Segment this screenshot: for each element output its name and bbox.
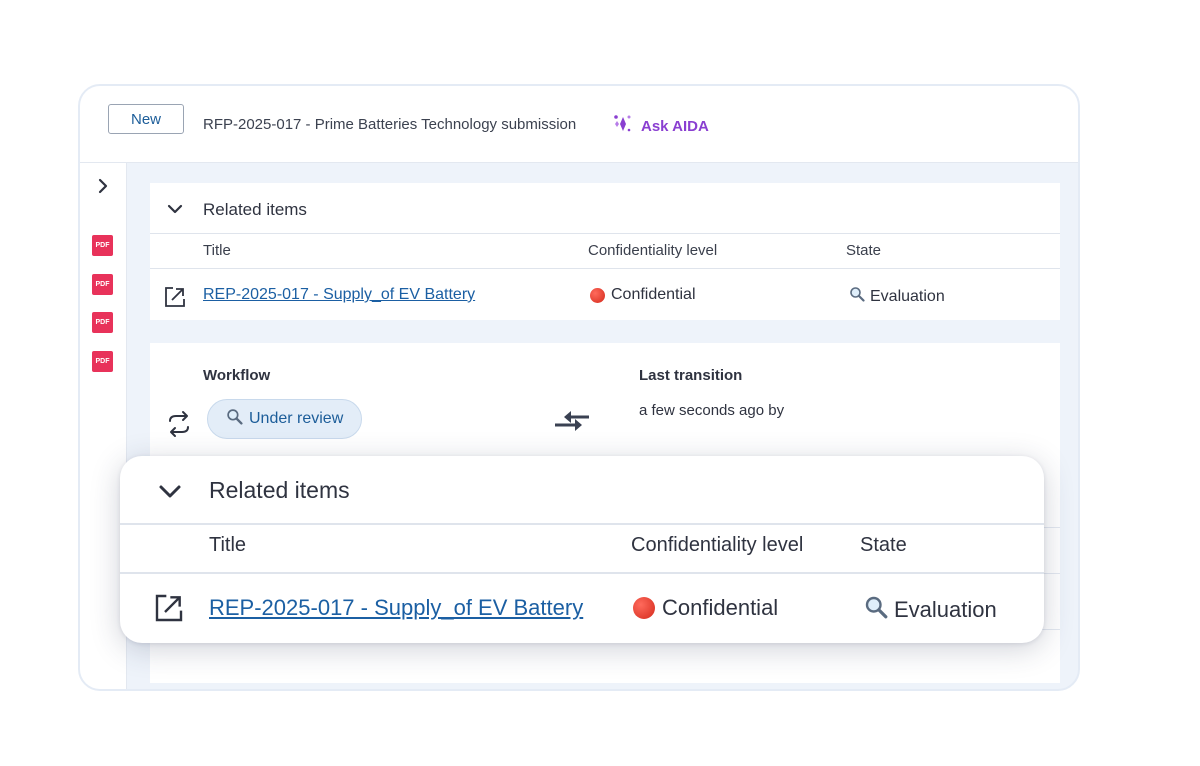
state-value: Evaluation [849,286,945,307]
column-header-title[interactable]: Title [209,534,246,557]
open-external-icon[interactable] [163,285,187,314]
expand-sidebar-chevron-icon[interactable] [94,177,112,200]
section-title: Related items [203,200,307,219]
workflow-label: Workflow [203,367,271,384]
related-items-header: Related items [150,183,1060,234]
workflow-status-label: Under review [249,410,344,427]
ask-aida-button[interactable]: Ask AIDA [611,112,709,140]
ask-aida-label: Ask AIDA [641,117,709,135]
new-button[interactable]: New [108,104,184,134]
pdf-icon[interactable]: PDF [92,235,113,256]
section-title: Related items [209,477,350,503]
transition-arrows-icon[interactable] [553,406,593,441]
column-header-state[interactable]: State [860,534,907,557]
last-transition-value: a few seconds ago by [639,402,785,419]
column-header-confidentiality[interactable]: Confidentiality level [631,534,803,557]
cycle-icon[interactable] [165,410,193,443]
red-circle-icon [590,287,605,303]
column-header-state[interactable]: State [846,242,881,259]
state-value: Evaluation [864,595,997,625]
open-external-icon[interactable] [153,592,185,629]
divider [120,572,1044,574]
related-item-link[interactable]: REP-2025-017 - Supply_of EV Battery [203,286,475,304]
state-label: Evaluation [894,597,997,622]
confidentiality-value: Confidential [590,286,696,304]
pdf-icon[interactable]: PDF [92,274,113,295]
state-label: Evaluation [870,287,945,305]
pdf-icon[interactable]: PDF [92,312,113,333]
column-header-confidentiality[interactable]: Confidentiality level [588,242,717,259]
related-items-card-zoomed: Related items Title Confidentiality leve… [120,456,1044,643]
related-item-link[interactable]: REP-2025-017 - Supply_of EV Battery [209,595,583,621]
confidentiality-label: Confidential [662,595,779,620]
red-circle-icon [633,597,655,619]
chevron-down-icon[interactable] [166,200,184,223]
workflow-status-pill[interactable]: Under review [207,399,363,439]
pdf-icon[interactable]: PDF [92,351,113,372]
related-items-panel: Related items Title Confidentiality leve… [150,183,1060,320]
magnifier-icon [849,286,865,307]
document-title: RFP-2025-017 - Prime Batteries Technolog… [203,116,577,133]
sparkle-icon [611,112,635,140]
confidentiality-value: Confidential [633,595,778,621]
column-header-title[interactable]: Title [203,242,231,259]
last-transition-label: Last transition [639,367,743,384]
divider [150,268,1060,269]
top-bar: New RFP-2025-017 - Prime Batteries Techn… [80,86,1078,163]
divider [120,523,1044,525]
chevron-down-icon[interactable] [157,478,183,509]
magnifier-icon [226,408,243,430]
confidentiality-label: Confidential [611,286,696,303]
magnifier-icon [864,595,888,625]
